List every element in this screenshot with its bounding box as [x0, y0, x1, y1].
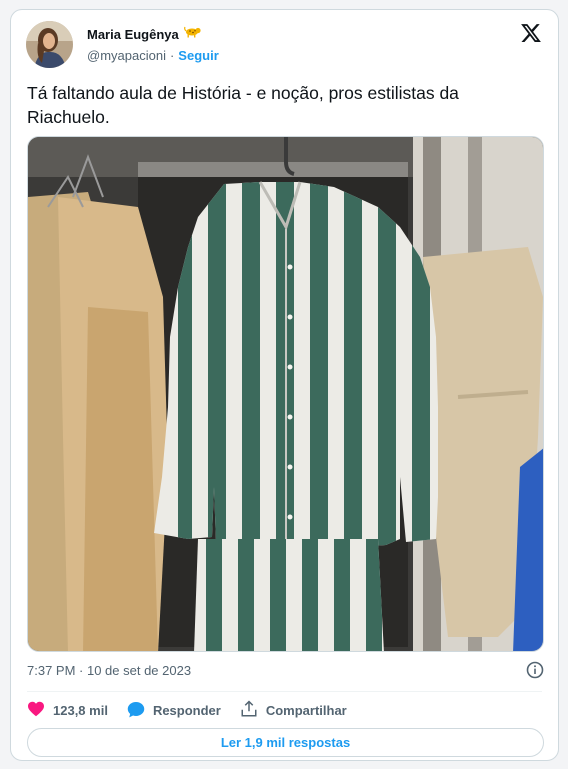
tweet-photo[interactable]: [27, 136, 544, 652]
like-count: 123,8 mil: [53, 703, 108, 718]
share-button[interactable]: Compartilhar: [240, 700, 347, 721]
tweet-card: Maria Eugênya @myapacioni · Seguir Tá fa…: [10, 9, 559, 761]
leopard-emoji-icon: [183, 25, 202, 43]
action-bar: 123,8 mil Responder Compartilhar: [27, 700, 366, 721]
author-name-row: Maria Eugênya: [87, 25, 202, 43]
reply-bubble-icon: [127, 701, 145, 721]
author-handle-row: @myapacioni · Seguir: [87, 48, 219, 63]
share-icon: [240, 700, 258, 721]
like-button[interactable]: 123,8 mil: [27, 701, 108, 720]
avatar[interactable]: [26, 21, 73, 68]
tweet-timestamp[interactable]: 7:37 PM · 10 de set de 2023: [27, 663, 191, 678]
read-replies-button[interactable]: Ler 1,9 mil respostas: [27, 728, 544, 757]
x-logo-icon[interactable]: [520, 22, 544, 46]
info-icon[interactable]: [526, 661, 544, 679]
divider: [27, 691, 542, 692]
tweet-text: Tá faltando aula de História - e noção, …: [27, 83, 459, 127]
reply-label: Responder: [152, 703, 221, 718]
share-label: Compartilhar: [265, 703, 347, 718]
separator-dot: ·: [169, 48, 175, 63]
follow-button[interactable]: Seguir: [178, 48, 218, 63]
reply-button[interactable]: Responder: [127, 701, 221, 721]
author-handle[interactable]: @myapacioni: [87, 48, 166, 63]
heart-icon: [27, 701, 45, 720]
author-name[interactable]: Maria Eugênya: [87, 27, 179, 42]
